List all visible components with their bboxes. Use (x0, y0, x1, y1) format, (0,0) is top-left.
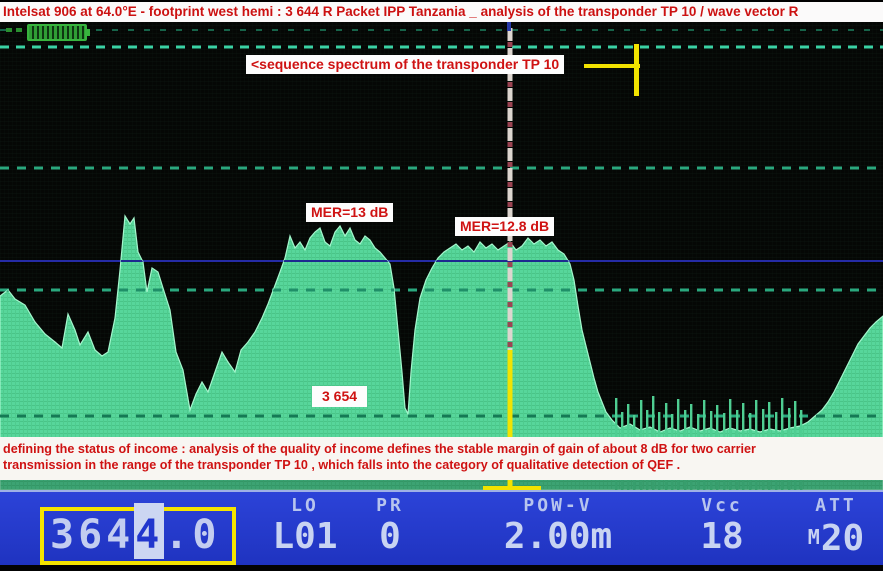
att-value: M20 (788, 517, 883, 559)
frequency-readout[interactable]: 3644.0 (40, 507, 236, 565)
lo-label: LO (250, 496, 360, 516)
analysis-commentary: defining the status of income : analysis… (0, 437, 883, 480)
frequency-marker-label: 3 654 (312, 386, 367, 407)
pow-v-label: POW-V (473, 496, 643, 516)
vcc-label: Vcc (672, 496, 772, 516)
spectrum-analyzer-screen: Intelsat 906 at 64.0°E - footprint west … (0, 0, 883, 571)
sequence-marker-vbar (634, 44, 639, 96)
frequency-value[interactable]: 3644.0 (50, 513, 221, 557)
bottom-bezel (0, 565, 883, 571)
att-label: ATT (788, 496, 883, 516)
status-dot-icon (6, 28, 12, 32)
status-bar: 3644.0 LO L01 PR 0 POW-V 2.00m Vcc 18 AT… (0, 490, 883, 565)
lo-value: L01 (250, 517, 360, 557)
commentary-line-2: transmission in the range of the transpo… (3, 457, 883, 473)
status-column-att: ATT M20 (788, 496, 883, 559)
att-mode-prefix: M (808, 525, 820, 549)
pow-v-value: 2.00m (473, 517, 643, 557)
status-column-vcc: Vcc 18 (672, 496, 772, 557)
vcc-value: 18 (672, 517, 772, 557)
title-bar: Intelsat 906 at 64.0°E - footprint west … (0, 0, 883, 22)
sequence-marker-hline (584, 64, 640, 68)
status-column-pow-v: POW-V 2.00m (473, 496, 643, 557)
att-number: 20 (821, 518, 864, 559)
battery-icon (27, 24, 87, 41)
status-column-lo: LO L01 (250, 496, 360, 557)
pr-value: 0 (355, 517, 425, 557)
spectrum-plot (0, 22, 883, 490)
page-title: Intelsat 906 at 64.0°E - footprint west … (3, 4, 798, 19)
pr-label: PR (355, 496, 425, 516)
status-column-pr: PR 0 (355, 496, 425, 557)
status-dot-icon (16, 28, 22, 32)
spectrum-display (0, 22, 883, 490)
frequency-cursor-digit: 4 (134, 503, 164, 559)
commentary-line-1: defining the status of income : analysis… (3, 441, 883, 457)
sequence-annotation: <sequence spectrum of the transponder TP… (246, 55, 564, 74)
frequency-decimal: .0 (164, 512, 220, 558)
center-line-top-tick (507, 22, 511, 31)
mer-label-left: MER=13 dB (306, 203, 393, 222)
mer-label-right: MER=12.8 dB (455, 217, 554, 236)
frequency-digits: 364 (50, 512, 134, 558)
